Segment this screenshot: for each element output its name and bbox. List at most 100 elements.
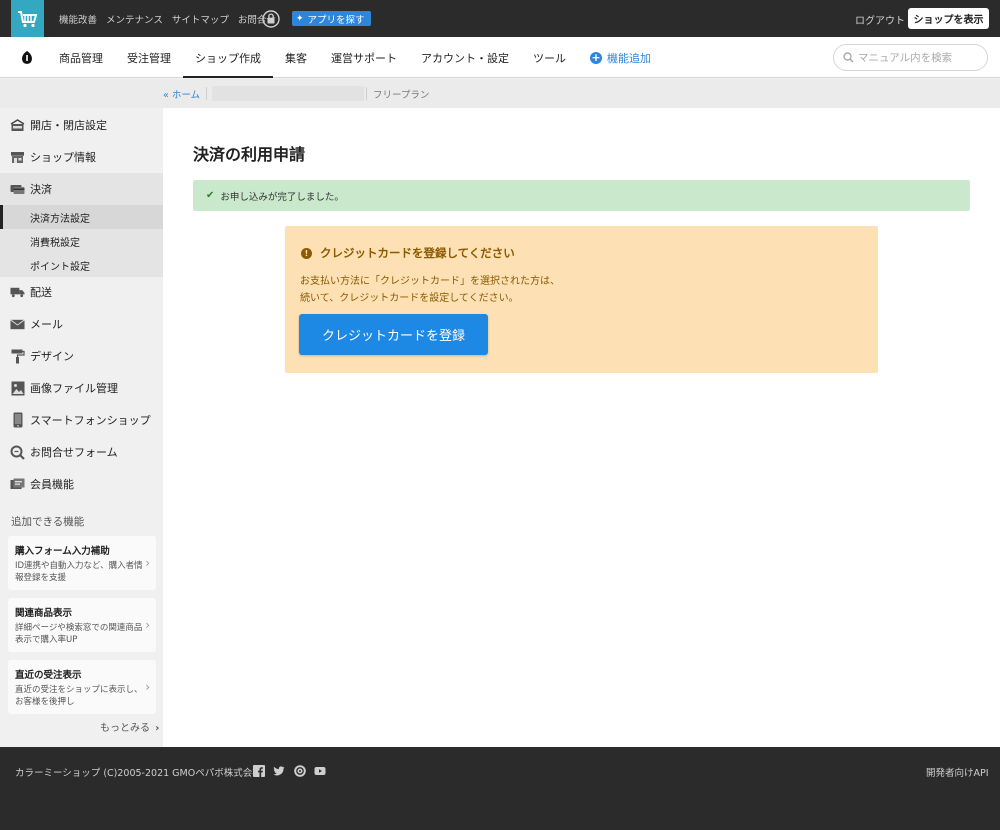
search-chat-icon	[10, 445, 25, 460]
envelope-icon	[10, 317, 25, 332]
feature-card-title: 購入フォーム入力補助	[15, 546, 110, 557]
notice-title: ! クレジットカードを登録してください	[301, 245, 515, 261]
page-title: 決済の利用申請	[193, 145, 306, 164]
sidebar-item-label: 画像ファイル管理	[30, 382, 118, 395]
register-credit-card-button[interactable]: クレジットカードを登録	[299, 314, 488, 355]
top-link-improvement[interactable]: 機能改善	[59, 12, 97, 26]
sidebar-item-open-close[interactable]: 開店・閉店設定	[0, 109, 163, 141]
chevron-right-icon: ›	[145, 556, 150, 570]
plus-circle-icon: +	[590, 51, 602, 64]
sidebar-item-label: 決済	[30, 183, 52, 196]
breadcrumb: « ホーム フリープラン	[0, 79, 1000, 108]
nav-shop-build[interactable]: ショップ作成	[183, 37, 273, 78]
success-alert-text: お申し込みが完了しました。	[220, 191, 344, 203]
note-icon[interactable]	[294, 765, 306, 777]
brand-logo-icon[interactable]	[19, 50, 35, 66]
sidebar-item-images[interactable]: 画像ファイル管理	[0, 372, 163, 404]
feature-card-title: 直近の受注表示	[15, 670, 82, 681]
addable-features-heading: 追加できる機能	[11, 516, 85, 528]
breadcrumb-redacted	[212, 86, 364, 101]
youtube-icon[interactable]	[314, 765, 326, 777]
view-shop-button[interactable]: ショップを表示	[908, 8, 989, 29]
top-link-sitemap[interactable]: サイトマップ	[172, 12, 229, 26]
nav-account-settings[interactable]: アカウント・設定	[409, 37, 521, 78]
sidebar-item-label: 会員機能	[30, 478, 74, 491]
feature-card-related-products[interactable]: 関連商品表示 詳細ページや検索窓での関連商品表示で購入率UP ›	[8, 598, 156, 652]
wrench-icon: ✦	[296, 13, 304, 24]
storefront-icon	[10, 150, 25, 165]
feature-card-desc: 直近の受注をショップに表示し、お客様を後押し	[15, 685, 143, 707]
sidebar-item-label: スマートフォンショップ	[30, 414, 151, 427]
cart-logo-icon[interactable]	[11, 0, 44, 37]
top-bar: 機能改善 メンテナンス サイトマップ お問合せ ✦ アプリを探す ログアウト シ…	[0, 0, 1000, 37]
logout-link[interactable]: ログアウト	[855, 12, 905, 27]
breadcrumb-plan: フリープラン	[373, 89, 430, 101]
notice-text-line1: お支払い方法に「クレジットカード」を選択された方は、	[300, 276, 560, 287]
payment-card-icon	[10, 182, 25, 197]
feature-card-desc: 詳細ページや検索窓での関連商品表示で購入率UP	[15, 623, 143, 645]
find-apps-button[interactable]: ✦ アプリを探す	[292, 11, 371, 26]
sidebar-item-label: メール	[30, 318, 63, 331]
find-apps-label: アプリを探す	[307, 14, 365, 26]
feature-card-title: 関連商品表示	[15, 608, 73, 619]
sidebar-item-payment[interactable]: 決済	[0, 173, 163, 205]
sidebar-item-shipping[interactable]: 配送	[0, 276, 163, 308]
member-card-icon	[10, 477, 25, 492]
feature-card-form-assist[interactable]: 購入フォーム入力補助 ID連携や自動入力など、購入者情報登録を支援 ›	[8, 536, 156, 590]
notice-title-text: クレジットカードを登録してください	[320, 246, 515, 260]
nav-support[interactable]: 運営サポート	[319, 37, 409, 78]
lock-icon[interactable]	[262, 10, 280, 28]
sidebar-item-inquiry-form[interactable]: お問合せフォーム	[0, 436, 163, 468]
more-features-label: もっとみる	[100, 723, 150, 734]
twitter-icon[interactable]	[273, 765, 285, 777]
manual-search[interactable]	[833, 44, 988, 71]
smartphone-icon	[10, 412, 25, 428]
sidebar-item-design[interactable]: デザイン	[0, 340, 163, 372]
sidebar: 開店・閉店設定 ショップ情報 決済 決済方法設定 消費税設定 ポイント設定 配送…	[0, 108, 163, 747]
truck-icon	[10, 285, 25, 300]
paint-roller-icon	[10, 349, 25, 364]
image-icon	[10, 381, 25, 396]
sidebar-item-smartphone[interactable]: スマートフォンショップ	[0, 404, 163, 436]
breadcrumb-divider	[206, 87, 207, 100]
manual-search-input[interactable]	[858, 51, 978, 64]
sidebar-item-label: ショップ情報	[30, 151, 96, 164]
feature-card-desc: ID連携や自動入力など、購入者情報登録を支援	[15, 561, 143, 583]
sidebar-item-label: お問合せフォーム	[30, 446, 118, 459]
sidebar-item-members[interactable]: 会員機能	[0, 468, 163, 500]
chevron-right-icon: ›	[155, 723, 160, 734]
sidebar-subitem-tax[interactable]: 消費税設定	[0, 229, 163, 253]
nav-products[interactable]: 商品管理	[47, 37, 115, 78]
more-features-link[interactable]: もっとみる ›	[100, 719, 159, 734]
breadcrumb-home[interactable]: « ホーム	[163, 79, 200, 108]
sidebar-subitem-points[interactable]: ポイント設定	[0, 253, 163, 277]
credit-card-notice: ! クレジットカードを登録してください お支払い方法に「クレジットカード」を選択…	[285, 226, 878, 373]
sidebar-item-label: デザイン	[30, 350, 74, 363]
nav-tools[interactable]: ツール	[521, 37, 578, 78]
sidebar-item-label: 配送	[30, 286, 52, 299]
sidebar-subitem-payment-methods[interactable]: 決済方法設定	[0, 205, 163, 229]
nav-items: 商品管理 受注管理 ショップ作成 集客 運営サポート アカウント・設定 ツール …	[47, 37, 663, 78]
search-icon	[843, 52, 854, 63]
main-content: 決済の利用申請 ✔ お申し込みが完了しました。 ! クレジットカードを登録してく…	[163, 108, 1000, 747]
sidebar-item-shop-info[interactable]: ショップ情報	[0, 141, 163, 173]
chevron-right-icon: ›	[145, 680, 150, 694]
nav-orders[interactable]: 受注管理	[115, 37, 183, 78]
check-icon: ✔	[206, 190, 215, 201]
nav-marketing[interactable]: 集客	[273, 37, 319, 78]
notice-text-line2: 続いて、クレジットカードを設定してください。	[300, 293, 519, 304]
top-link-maintenance[interactable]: メンテナンス	[106, 12, 163, 26]
main-nav: 商品管理 受注管理 ショップ作成 集客 運営サポート アカウント・設定 ツール …	[0, 37, 1000, 78]
footer: カラーミーショップ (C)2005-2021 GMOペパボ株式会社 開発者向けA…	[0, 747, 1000, 830]
success-alert: ✔ お申し込みが完了しました。	[193, 180, 970, 211]
facebook-icon[interactable]	[253, 765, 265, 777]
chevron-right-icon: ›	[145, 618, 150, 632]
top-links: 機能改善 メンテナンス サイトマップ お問合せ	[59, 0, 285, 37]
exclamation-circle-icon: !	[301, 247, 312, 259]
sidebar-item-mail[interactable]: メール	[0, 308, 163, 340]
sidebar-item-label: 開店・閉店設定	[30, 119, 107, 132]
feature-card-recent-orders[interactable]: 直近の受注表示 直近の受注をショップに表示し、お客様を後押し ›	[8, 660, 156, 714]
nav-add-feature-label: 機能追加	[607, 51, 651, 65]
developer-api-link[interactable]: 開発者向けAPI	[926, 765, 989, 779]
nav-add-feature[interactable]: + 機能追加	[578, 37, 663, 78]
